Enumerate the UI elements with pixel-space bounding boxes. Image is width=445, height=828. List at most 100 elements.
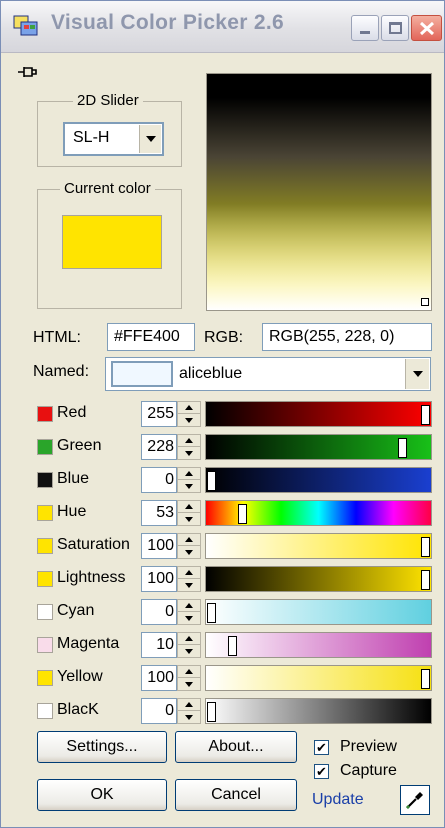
channel-slider-thumb[interactable] bbox=[238, 504, 247, 524]
spin-up-icon[interactable] bbox=[178, 402, 200, 414]
channel-slider-track[interactable] bbox=[205, 632, 432, 658]
channel-label: Hue bbox=[57, 503, 87, 520]
maximize-button[interactable] bbox=[381, 15, 409, 41]
current-color-swatch bbox=[62, 215, 162, 269]
channel-row-red: Red 255 bbox=[1, 399, 445, 429]
channel-slider-thumb[interactable] bbox=[421, 570, 430, 590]
spin-down-icon[interactable] bbox=[178, 645, 200, 657]
channel-spinner[interactable] bbox=[177, 599, 201, 625]
color-field-marker[interactable] bbox=[421, 298, 429, 306]
channel-row-lightness: Lightness 100 bbox=[1, 564, 445, 594]
channel-spinner[interactable] bbox=[177, 632, 201, 658]
rgb-label: RGB: bbox=[204, 329, 244, 346]
channel-value-input[interactable]: 100 bbox=[141, 566, 177, 592]
channel-slider-thumb[interactable] bbox=[207, 603, 216, 623]
spin-down-icon[interactable] bbox=[178, 480, 200, 492]
spin-up-icon[interactable] bbox=[178, 501, 200, 513]
slider2d-mode-select[interactable]: SL-H bbox=[63, 122, 164, 156]
spin-down-icon[interactable] bbox=[178, 579, 200, 591]
channel-value-input[interactable]: 100 bbox=[141, 533, 177, 559]
channel-value-input[interactable]: 10 bbox=[141, 632, 177, 658]
channel-slider-track[interactable] bbox=[205, 665, 432, 691]
title-bar[interactable]: Visual Color Picker 2.6 bbox=[1, 1, 444, 53]
update-link[interactable]: Update bbox=[312, 791, 364, 809]
spin-up-icon[interactable] bbox=[178, 468, 200, 480]
channel-slider-track[interactable] bbox=[205, 566, 432, 592]
window-title: Visual Color Picker 2.6 bbox=[51, 11, 284, 34]
channel-slider-thumb[interactable] bbox=[207, 471, 216, 491]
channel-slider-track[interactable] bbox=[205, 533, 432, 559]
spin-up-icon[interactable] bbox=[178, 633, 200, 645]
eyedropper-button[interactable] bbox=[400, 785, 430, 815]
spin-down-icon[interactable] bbox=[178, 711, 200, 723]
channel-spinner[interactable] bbox=[177, 500, 201, 526]
channel-slider-thumb[interactable] bbox=[398, 438, 407, 458]
channel-swatch bbox=[37, 505, 53, 521]
slider2d-mode-value: SL-H bbox=[73, 129, 110, 146]
channel-spinner[interactable] bbox=[177, 467, 201, 493]
preview-checkbox[interactable]: ✔ bbox=[314, 740, 329, 755]
channel-slider-thumb[interactable] bbox=[421, 537, 430, 557]
current-color-group-label: Current color bbox=[60, 180, 155, 197]
chevron-down-icon[interactable] bbox=[139, 125, 161, 153]
spin-down-icon[interactable] bbox=[178, 447, 200, 459]
rgb-value-field[interactable]: RGB(255, 228, 0) bbox=[262, 323, 432, 351]
channel-value-input[interactable]: 255 bbox=[141, 401, 177, 427]
channel-slider-track[interactable] bbox=[205, 467, 432, 493]
channel-swatch bbox=[37, 406, 53, 422]
channel-swatch bbox=[37, 604, 53, 620]
spin-up-icon[interactable] bbox=[178, 600, 200, 612]
about-button[interactable]: About... bbox=[175, 731, 297, 763]
ok-button[interactable]: OK bbox=[37, 779, 167, 811]
channel-spinner[interactable] bbox=[177, 566, 201, 592]
channel-slider-thumb[interactable] bbox=[228, 636, 237, 656]
spin-down-icon[interactable] bbox=[178, 546, 200, 558]
channel-swatch bbox=[37, 538, 53, 554]
channel-value-input[interactable]: 0 bbox=[141, 599, 177, 625]
capture-checkbox[interactable]: ✔ bbox=[314, 764, 329, 779]
channel-spinner[interactable] bbox=[177, 401, 201, 427]
channel-value-input[interactable]: 228 bbox=[141, 434, 177, 460]
spin-up-icon[interactable] bbox=[178, 567, 200, 579]
channel-slider-thumb[interactable] bbox=[207, 702, 216, 722]
color-field-2d[interactable] bbox=[206, 73, 432, 311]
color-picker-app-icon bbox=[13, 15, 38, 36]
channel-slider-track[interactable] bbox=[205, 599, 432, 625]
channel-swatch bbox=[37, 472, 53, 488]
channel-value-input[interactable]: 100 bbox=[141, 665, 177, 691]
channel-slider-track[interactable] bbox=[205, 698, 432, 724]
spin-up-icon[interactable] bbox=[178, 666, 200, 678]
named-label: Named: bbox=[33, 363, 90, 380]
spin-up-icon[interactable] bbox=[178, 699, 200, 711]
capture-label[interactable]: Capture bbox=[340, 762, 397, 780]
spin-down-icon[interactable] bbox=[178, 678, 200, 690]
chevron-down-icon[interactable] bbox=[405, 359, 429, 389]
channel-value-input[interactable]: 0 bbox=[141, 467, 177, 493]
spin-down-icon[interactable] bbox=[178, 612, 200, 624]
channel-spinner[interactable] bbox=[177, 533, 201, 559]
spin-up-icon[interactable] bbox=[178, 534, 200, 546]
channel-spinner[interactable] bbox=[177, 434, 201, 460]
minimize-button[interactable] bbox=[351, 15, 379, 41]
channel-slider-thumb[interactable] bbox=[421, 669, 430, 689]
spin-up-icon[interactable] bbox=[178, 435, 200, 447]
html-hex-field[interactable]: #FFE400 bbox=[107, 323, 195, 351]
spin-down-icon[interactable] bbox=[178, 513, 200, 525]
channel-slider-track[interactable] bbox=[205, 500, 432, 526]
pin-icon[interactable] bbox=[17, 65, 37, 79]
channel-spinner[interactable] bbox=[177, 698, 201, 724]
close-button[interactable] bbox=[411, 15, 442, 41]
channel-value-input[interactable]: 53 bbox=[141, 500, 177, 526]
spin-down-icon[interactable] bbox=[178, 414, 200, 426]
preview-label[interactable]: Preview bbox=[340, 738, 397, 756]
channel-slider-thumb[interactable] bbox=[421, 405, 430, 425]
channel-value-input[interactable]: 0 bbox=[141, 698, 177, 724]
cancel-button[interactable]: Cancel bbox=[175, 779, 297, 811]
close-icon bbox=[419, 21, 435, 36]
settings-button[interactable]: Settings... bbox=[37, 731, 167, 763]
channel-row-hue: Hue 53 bbox=[1, 498, 445, 528]
channel-label: Cyan bbox=[57, 602, 95, 619]
channel-slider-track[interactable] bbox=[205, 401, 432, 427]
channel-slider-track[interactable] bbox=[205, 434, 432, 460]
channel-spinner[interactable] bbox=[177, 665, 201, 691]
